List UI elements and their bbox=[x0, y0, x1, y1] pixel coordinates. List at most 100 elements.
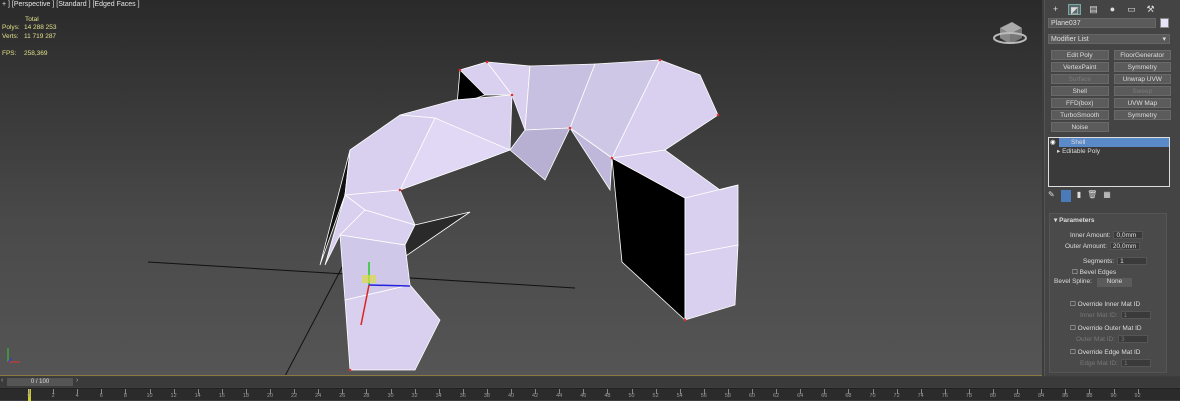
override-edge-checkbox[interactable]: ☐ Override Edge Mat ID bbox=[1070, 348, 1141, 356]
timeline-tick-label: 36 bbox=[459, 393, 466, 399]
timeline-tick-label: 2 bbox=[51, 393, 55, 399]
modifier-list-dropdown[interactable]: Modifier List ▾ bbox=[1048, 34, 1170, 44]
outer-amount-row[interactable]: Outer Amount: 20,0mm bbox=[1065, 242, 1140, 250]
modifier-button[interactable]: FFD(box) bbox=[1051, 98, 1109, 108]
timeline-tick-label: 48 bbox=[604, 393, 611, 399]
timeline-tick-label: 90 bbox=[1110, 393, 1117, 399]
override-outer-checkbox[interactable]: ☐ Override Outer Mat ID bbox=[1070, 324, 1142, 332]
override-inner-checkbox[interactable]: ☐ Override Inner Mat ID bbox=[1070, 300, 1140, 308]
parameters-rollout: ▾ Parameters Inner Amount: 0,0mm Outer Am… bbox=[1049, 213, 1167, 373]
timeline-tick-label: 62 bbox=[773, 393, 780, 399]
timeline-tick-label: 26 bbox=[339, 393, 346, 399]
timeline-tick-label: 74 bbox=[917, 393, 924, 399]
eye-icon[interactable]: ◉ bbox=[1050, 138, 1056, 147]
time-slider[interactable]: 0 / 100 bbox=[7, 378, 73, 386]
timeline-tick-label: 10 bbox=[146, 393, 153, 399]
modifier-button[interactable]: Noise bbox=[1051, 122, 1109, 132]
configure-sets-icon[interactable]: ▦ bbox=[1103, 190, 1111, 202]
inner-mat-id-row: Inner Mat ID: 1 bbox=[1080, 311, 1151, 319]
timeline-tick-label: 60 bbox=[748, 393, 756, 399]
segments-row[interactable]: Segments: 1 bbox=[1083, 257, 1148, 265]
next-frame-icon[interactable]: › bbox=[76, 377, 78, 384]
timeline-tick-label: 64 bbox=[797, 393, 804, 399]
timeline-tick-label: 78 bbox=[965, 393, 972, 399]
modifier-button[interactable]: Shell bbox=[1051, 86, 1109, 96]
timeline-tick-label: 38 bbox=[483, 393, 490, 399]
modifier-button[interactable]: FloorGenerator bbox=[1113, 50, 1171, 60]
timeline-tick-label: 84 bbox=[1038, 393, 1045, 399]
timeline-tick-label: 70 bbox=[869, 393, 876, 399]
timeline-tick-label: 22 bbox=[291, 393, 298, 399]
timeline-tick-label: 58 bbox=[724, 393, 731, 399]
timeline-tick-label: 14 bbox=[194, 393, 201, 399]
modifier-button[interactable]: Symmetry bbox=[1113, 62, 1171, 72]
display-icon[interactable]: ▭ bbox=[1125, 4, 1138, 15]
timeline-tick-label: 66 bbox=[821, 393, 828, 399]
axis-tripod-icon bbox=[7, 348, 20, 363]
prev-frame-icon[interactable]: ‹ bbox=[1, 377, 3, 384]
command-panel: + ◩ ▤ ● ▭ ⚒ Plane037 Modifier List ▾ Edit… bbox=[1044, 0, 1180, 376]
timeline-tick-label: 8 bbox=[123, 393, 127, 399]
timeline-tick-label: 4 bbox=[75, 393, 79, 399]
modifier-button[interactable]: Surface bbox=[1051, 74, 1109, 84]
chevron-down-icon: ▾ bbox=[1162, 36, 1166, 43]
timeline-tick-label: 18 bbox=[242, 393, 249, 399]
timeline-ruler[interactable]: 0 2 4 6 8 10 12 14 16 18 20 22 24 26 28 30 32 34 36 38 40 42 4… bbox=[0, 388, 1180, 401]
create-icon[interactable]: + bbox=[1049, 4, 1062, 15]
modifier-button[interactable]: VertexPaint bbox=[1051, 62, 1109, 72]
timeline-tick-label: 88 bbox=[1086, 393, 1093, 399]
viewcube-icon bbox=[993, 22, 1027, 44]
object-name-input[interactable]: Plane037 bbox=[1048, 18, 1156, 28]
timeline-tick-label: 34 bbox=[435, 393, 442, 399]
pin-stack-icon[interactable]: ✎ bbox=[1048, 190, 1055, 202]
timeline-tick-label: 12 bbox=[170, 393, 177, 399]
timeline-tick-label: 24 bbox=[315, 393, 322, 399]
motion-icon[interactable]: ● bbox=[1106, 4, 1119, 15]
timeline-tick-label: 52 bbox=[652, 393, 659, 399]
time-slider-bar: ‹ 0 / 100 › bbox=[0, 377, 1180, 387]
show-end-result-icon[interactable] bbox=[1060, 190, 1071, 202]
remove-modifier-icon[interactable]: 🗑 bbox=[1087, 190, 1097, 202]
timeline-tick-label: 86 bbox=[1062, 393, 1069, 399]
modify-icon[interactable]: ◩ bbox=[1068, 4, 1081, 15]
inner-amount-row[interactable]: Inner Amount: 0,0mm bbox=[1070, 231, 1144, 239]
shell-mesh[interactable] bbox=[0, 0, 1042, 376]
timeline-tick-label: 42 bbox=[532, 393, 539, 399]
parameters-header[interactable]: ▾ Parameters bbox=[1050, 214, 1166, 226]
timeline-tick-label: 28 bbox=[363, 393, 370, 399]
timeline-tick-label: 68 bbox=[845, 393, 852, 399]
timeline-tick-label: 82 bbox=[1014, 393, 1021, 399]
outer-mat-id-row: Outer Mat ID: 3 bbox=[1076, 335, 1149, 343]
timeline-tick-label: 50 bbox=[628, 393, 635, 399]
modifier-button[interactable]: UVW Map bbox=[1113, 98, 1171, 108]
stack-item-shell[interactable]: ◉ Shell bbox=[1050, 138, 1169, 147]
timeline-tick-label: 80 bbox=[989, 393, 997, 399]
timeline-tick-label: 30 bbox=[387, 393, 394, 399]
modifier-button[interactable]: TurboSmooth bbox=[1051, 110, 1109, 120]
timeline-tick-label: 46 bbox=[580, 393, 587, 399]
bevel-spline-row[interactable]: Bevel Spline: None bbox=[1054, 278, 1132, 287]
bevel-edges-checkbox[interactable]: ☐ Bevel Edges bbox=[1072, 268, 1116, 276]
timeline-tick-label: 54 bbox=[676, 393, 683, 399]
timeline-tick-label: 44 bbox=[556, 393, 563, 399]
make-unique-icon[interactable]: ▮ bbox=[1077, 190, 1081, 202]
timeline-tick-label: 56 bbox=[700, 393, 707, 399]
timeline-tick-label: 76 bbox=[941, 393, 948, 399]
utilities-icon[interactable]: ⚒ bbox=[1144, 4, 1157, 15]
modifier-button[interactable]: Edit Poly bbox=[1051, 50, 1109, 60]
timeline-tick-label: 40 bbox=[507, 393, 515, 399]
timeline-tick-label: 6 bbox=[99, 393, 103, 399]
edge-mat-id-row: Edge Mat ID: 1 bbox=[1080, 359, 1151, 367]
hierarchy-icon[interactable]: ▤ bbox=[1087, 4, 1100, 15]
modifier-button[interactable]: Unwrap UVW bbox=[1113, 74, 1171, 84]
timeline-tick-label: 72 bbox=[893, 393, 900, 399]
timeline-tick-label: 92 bbox=[1134, 393, 1141, 399]
object-color-swatch[interactable] bbox=[1160, 18, 1169, 28]
modifier-stack: ◉ Shell ▸ Editable Poly bbox=[1048, 137, 1170, 187]
perspective-viewport[interactable]: + ] [Perspective ] [Standard ] [Edged Fa… bbox=[0, 0, 1042, 376]
stack-item-editable-poly[interactable]: ▸ Editable Poly bbox=[1049, 147, 1169, 156]
timeline-tick-label: 20 bbox=[266, 393, 274, 399]
modifier-button[interactable]: Symmetry bbox=[1113, 110, 1171, 120]
modifier-button[interactable]: Sweep bbox=[1113, 86, 1171, 96]
timeline-tick-label: 16 bbox=[218, 393, 225, 399]
